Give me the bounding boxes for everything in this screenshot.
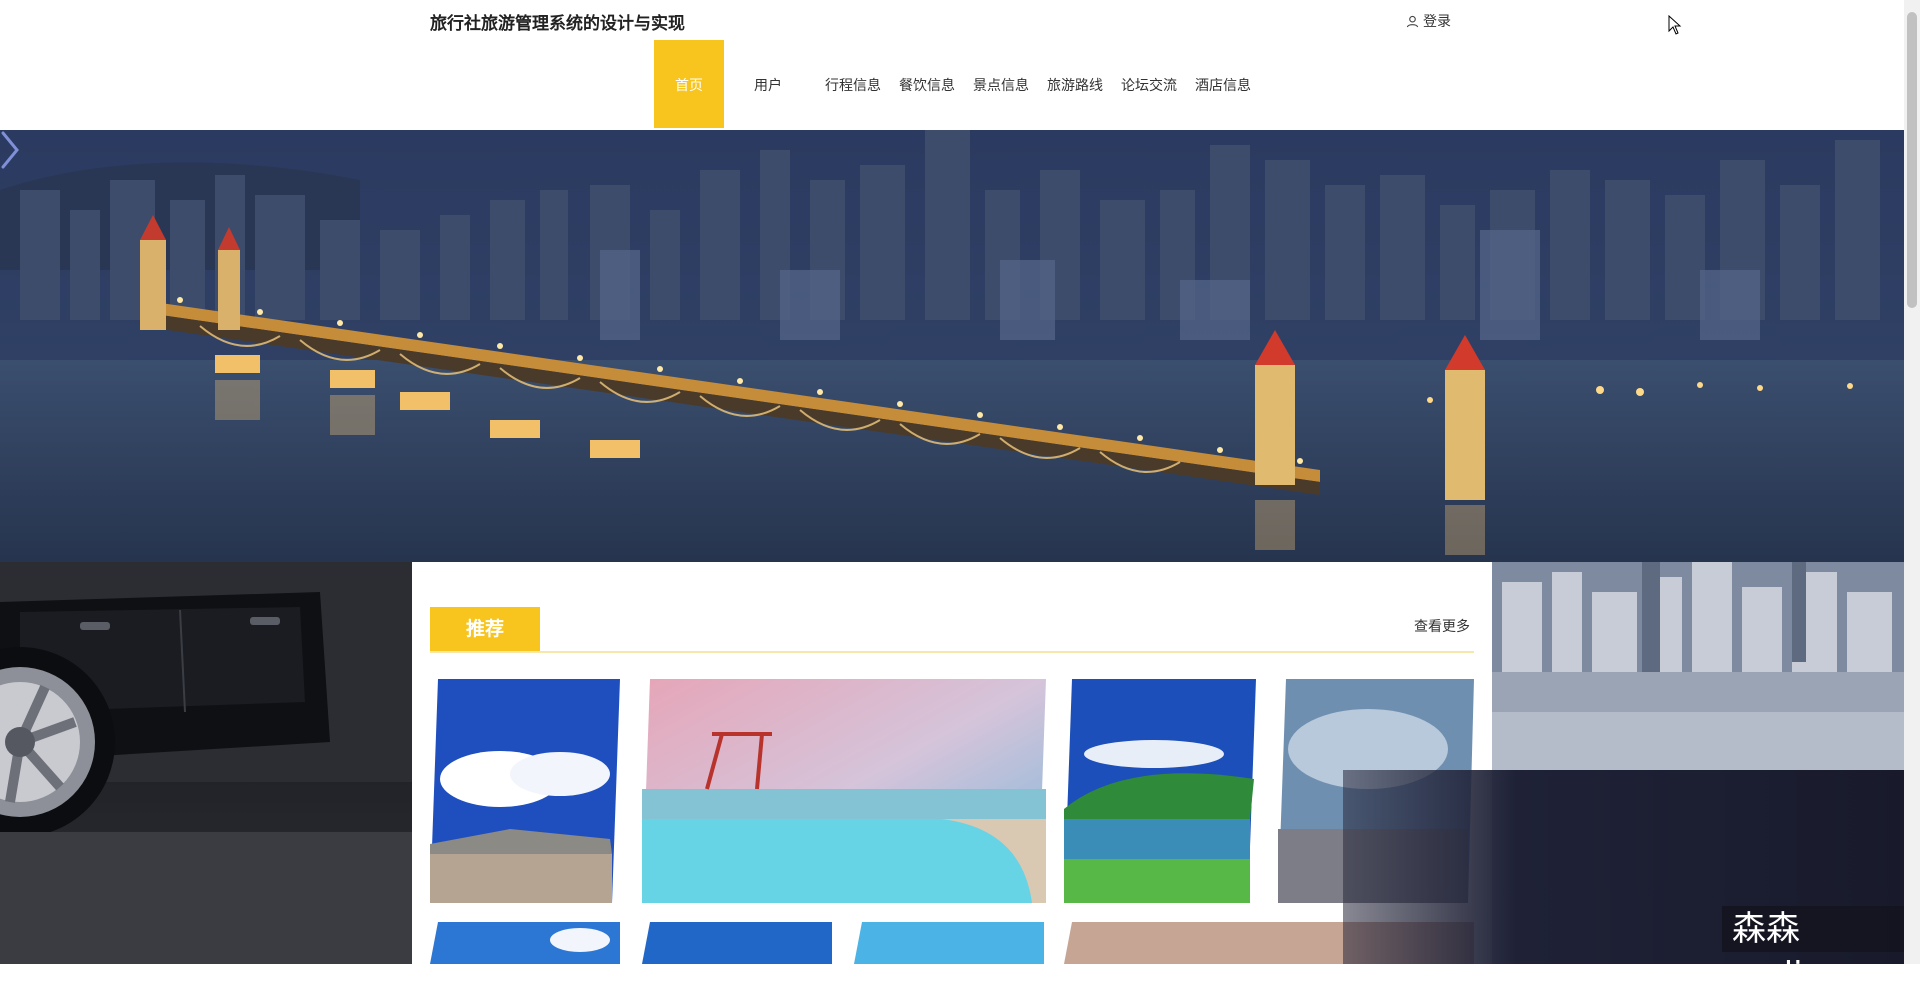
recommend-card[interactable] [1064, 679, 1256, 903]
nav-item-routes[interactable]: 旅游路线 [1038, 40, 1112, 128]
header: 旅行社旅游管理系统的设计与实现 登录 首页 用户 行程信息 餐饮信息 景点信息 … [0, 0, 1904, 130]
nav-item-itinerary[interactable]: 行程信息 [816, 40, 890, 128]
user-icon [1406, 15, 1419, 27]
view-more-link[interactable]: 查看更多 [1414, 616, 1470, 636]
mouse-cursor-icon [1668, 15, 1682, 35]
banner-carousel[interactable] [0, 130, 1904, 562]
card-image [854, 922, 1044, 964]
banner-image [0, 130, 1904, 562]
nav-item-users[interactable]: 用户 [724, 40, 816, 128]
nav-item-home[interactable]: 首页 [654, 40, 724, 128]
nav-item-forum[interactable]: 论坛交流 [1112, 40, 1186, 128]
scrollbar-thumb[interactable] [1907, 12, 1917, 308]
recommend-card[interactable] [430, 922, 620, 964]
login-label: 登录 [1423, 13, 1451, 29]
card-image [430, 922, 620, 964]
login-link[interactable]: 登录 [1406, 11, 1451, 31]
recommend-card[interactable] [642, 679, 1046, 903]
recommend-card[interactable] [642, 922, 832, 964]
watermark-text: 森森coding [1722, 906, 1920, 995]
divider [430, 651, 1474, 653]
recommend-card[interactable] [854, 922, 1044, 964]
recommend-card[interactable] [430, 679, 620, 903]
chevron-right-icon[interactable] [0, 130, 20, 170]
card-image [642, 679, 1046, 903]
nav-item-dining[interactable]: 餐饮信息 [890, 40, 964, 128]
card-image [430, 679, 620, 903]
recommend-title: 推荐 [430, 607, 540, 652]
card-image [1064, 679, 1256, 903]
nav-item-hotels[interactable]: 酒店信息 [1186, 40, 1260, 128]
card-image [642, 922, 832, 964]
site-title: 旅行社旅游管理系统的设计与实现 [430, 14, 685, 33]
nav-item-attractions[interactable]: 景点信息 [964, 40, 1038, 128]
left-side-image [0, 562, 412, 964]
main-nav: 首页 用户 行程信息 餐饮信息 景点信息 旅游路线 论坛交流 酒店信息 [654, 40, 1260, 128]
recommend-section: 推荐 查看更多 [412, 562, 1492, 964]
